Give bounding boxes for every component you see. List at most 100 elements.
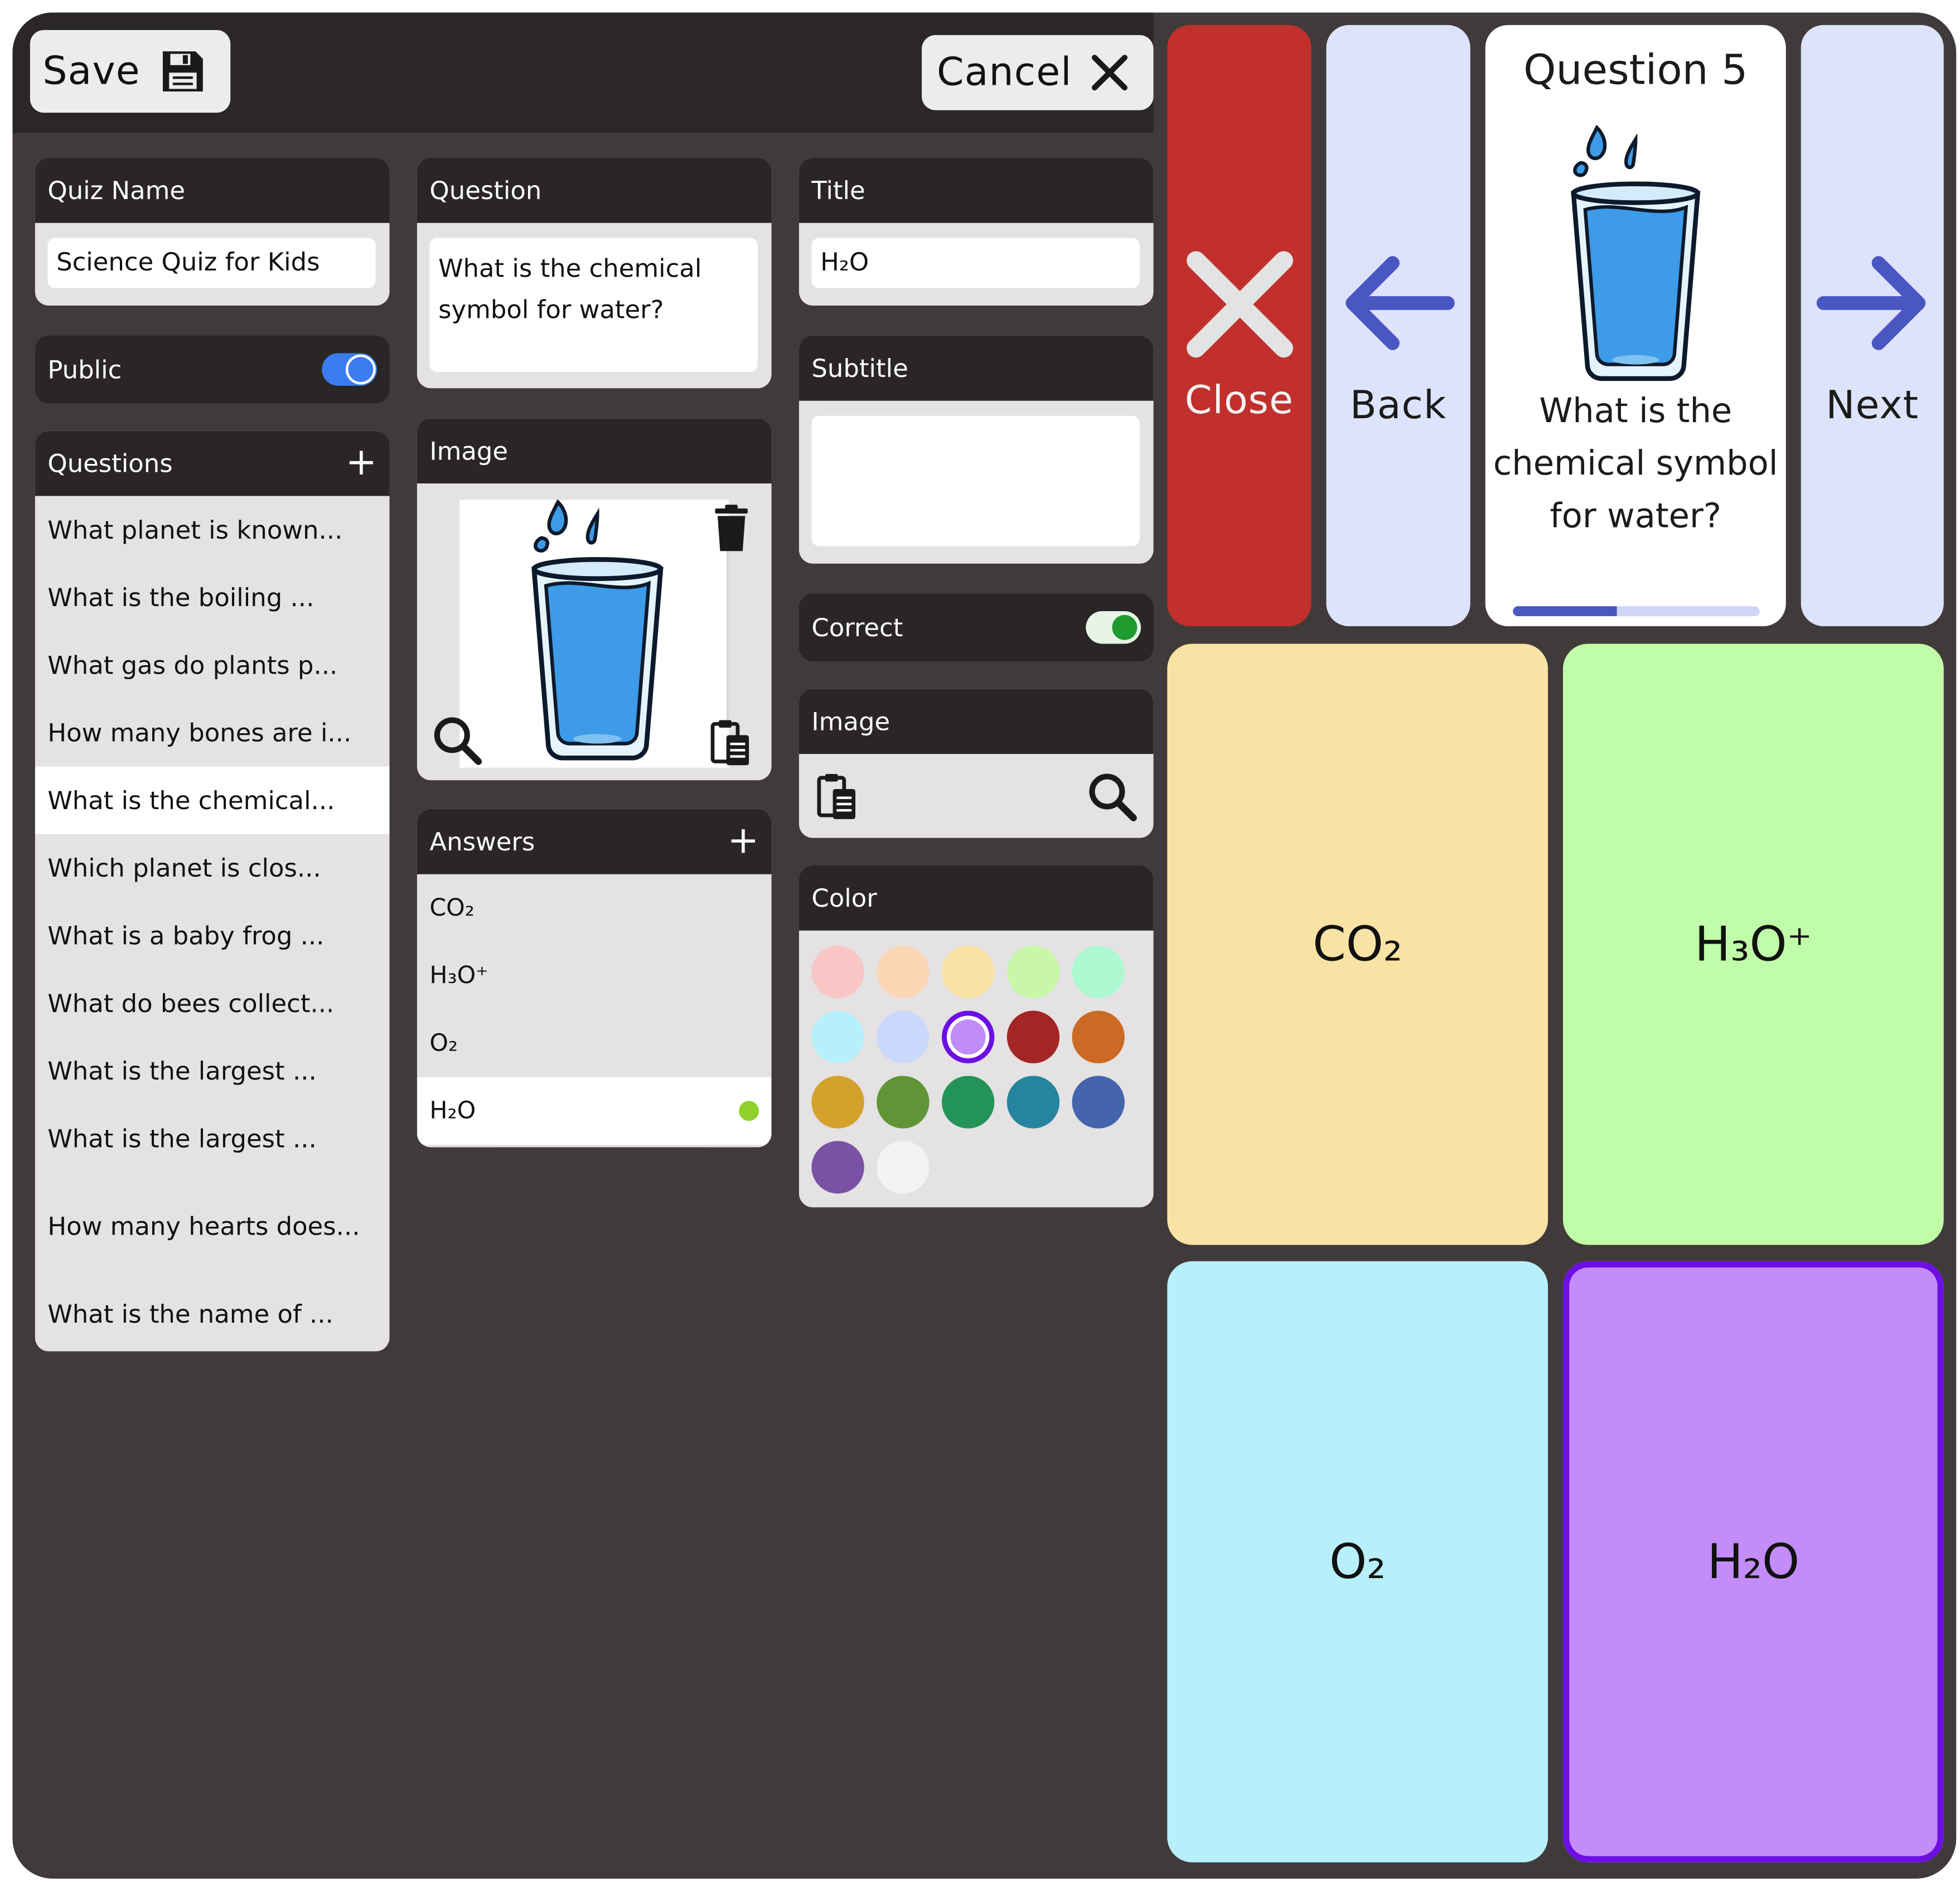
question-item[interactable]: How many hearts does...: [35, 1172, 390, 1280]
answer-item[interactable]: H₃O⁺: [417, 942, 772, 1009]
answers-header: Answers +: [417, 809, 772, 874]
color-swatch[interactable]: [811, 1141, 864, 1194]
color-swatch[interactable]: [877, 945, 930, 999]
public-label: Public: [47, 354, 122, 385]
color-swatch[interactable]: [941, 945, 995, 999]
floppy-disk-icon: [163, 51, 204, 91]
questions-header: Questions +: [35, 430, 390, 496]
questions-list: What planet is known... What is the boil…: [35, 496, 390, 1347]
color-header: Color: [798, 865, 1154, 931]
answer-tile[interactable]: O₂: [1167, 1261, 1548, 1862]
answer-text: H₂O: [429, 1097, 476, 1125]
paste-icon[interactable]: [816, 772, 859, 822]
question-input[interactable]: What is the chemical symbol for water?: [429, 238, 758, 372]
search-icon[interactable]: [1087, 772, 1138, 822]
plus-icon[interactable]: +: [728, 822, 759, 860]
cancel-button[interactable]: Cancel: [922, 35, 1154, 110]
answer-image-header: Image: [798, 689, 1154, 754]
questions-label: Questions: [47, 448, 173, 478]
back-button[interactable]: Back: [1326, 25, 1470, 626]
subtitle-panel: Subtitle: [798, 335, 1154, 564]
question-item[interactable]: What gas do plants p...: [35, 631, 390, 699]
question-item[interactable]: What is the largest ...: [35, 1105, 390, 1172]
public-toggle-row: Public: [35, 335, 390, 404]
trash-icon[interactable]: [713, 504, 750, 554]
question-item[interactable]: How many bones are i...: [35, 699, 390, 766]
answer-item[interactable]: CO₂: [417, 874, 772, 942]
question-item[interactable]: What is the boiling ...: [35, 564, 390, 631]
title-header: Title: [798, 157, 1154, 223]
quiz-name-panel: Quiz Name Science Quiz for Kids: [35, 157, 390, 306]
question-item[interactable]: Which planet is clos...: [35, 834, 390, 902]
preview-question-text: What is the chemical symbol for water?: [1493, 391, 1778, 536]
question-item-selected[interactable]: What is the chemical...: [35, 766, 390, 834]
progress-fill: [1513, 606, 1617, 617]
color-swatch[interactable]: [811, 1010, 864, 1063]
answer-tile[interactable]: H₃O⁺: [1563, 644, 1944, 1245]
close-button[interactable]: Close: [1167, 25, 1311, 626]
next-button[interactable]: Next: [1801, 25, 1944, 626]
answer-tile[interactable]: CO₂: [1167, 644, 1548, 1245]
image-panel: Image: [417, 418, 772, 781]
question-item[interactable]: What is the name of ...: [35, 1280, 390, 1347]
color-swatch[interactable]: [1006, 1076, 1060, 1129]
answers-list: CO₂ H₃O⁺ O₂ H₂O: [417, 874, 772, 1145]
paste-icon[interactable]: [710, 718, 752, 768]
question-item[interactable]: What is the largest ...: [35, 1037, 390, 1105]
correct-indicator-dot: [739, 1101, 759, 1121]
editor-toolbar: Save Cancel: [12, 12, 1154, 133]
quiz-name-input[interactable]: Science Quiz for Kids: [47, 238, 376, 288]
color-swatch[interactable]: [1072, 1076, 1125, 1129]
question-item[interactable]: What is a baby frog ...: [35, 902, 390, 969]
public-switch[interactable]: [322, 353, 378, 386]
color-swatch-selected[interactable]: [941, 1010, 995, 1063]
subtitle-input[interactable]: [811, 415, 1140, 546]
image-label: Image: [429, 436, 509, 466]
answer-item[interactable]: O₂: [417, 1009, 772, 1077]
app-frame: Save Cancel Quiz Name Science Quiz for K…: [12, 12, 1957, 1879]
water-glass-image: [504, 500, 691, 763]
quiz-name-header: Quiz Name: [35, 157, 390, 223]
save-button[interactable]: Save: [30, 30, 231, 113]
questions-panel: Questions + What planet is known... What…: [35, 430, 390, 1352]
answer-item-selected[interactable]: H₂O: [417, 1077, 772, 1145]
question-preview-card: Question 5 What is the chemical symbol f…: [1485, 25, 1786, 626]
color-swatch[interactable]: [941, 1076, 995, 1129]
title-input[interactable]: H₂O: [811, 238, 1140, 288]
answer-text: CO₂: [429, 894, 475, 922]
color-swatch[interactable]: [811, 1076, 864, 1129]
answer-text: O₂: [429, 1029, 458, 1057]
color-panel: Color: [798, 865, 1154, 1208]
question-label: Question: [429, 175, 542, 206]
arrow-right-icon: [1816, 256, 1926, 350]
answers-panel: Answers + CO₂ H₃O⁺ O₂ H₂O: [417, 809, 772, 1148]
color-swatch-grid: [811, 945, 1125, 1194]
arrow-left-icon: [1345, 256, 1454, 350]
question-item[interactable]: What do bees collect...: [35, 969, 390, 1037]
color-swatch[interactable]: [877, 1141, 930, 1194]
answer-tile-selected[interactable]: H₂O: [1563, 1261, 1944, 1862]
question-panel: Question What is the chemical symbol for…: [417, 157, 772, 389]
correct-switch[interactable]: [1086, 611, 1141, 644]
color-swatch[interactable]: [1006, 1010, 1060, 1063]
search-icon[interactable]: [432, 715, 482, 765]
close-x-icon: [1185, 251, 1293, 358]
image-preview: [459, 500, 729, 768]
back-label: Back: [1349, 383, 1447, 429]
cancel-label: Cancel: [937, 50, 1072, 95]
color-swatch[interactable]: [877, 1010, 930, 1063]
color-swatch[interactable]: [1006, 945, 1060, 999]
answer-image-panel: Image: [798, 689, 1154, 838]
answer-text: H₃O⁺: [429, 961, 488, 990]
image-header: Image: [417, 418, 772, 483]
plus-icon[interactable]: +: [346, 444, 377, 482]
question-item[interactable]: What planet is known...: [35, 496, 390, 563]
close-icon: [1092, 55, 1128, 91]
color-swatch[interactable]: [877, 1076, 930, 1129]
title-label: Title: [811, 175, 865, 206]
color-swatch[interactable]: [1072, 1010, 1125, 1063]
title-panel: Title H₂O: [798, 157, 1154, 306]
next-label: Next: [1826, 383, 1919, 429]
color-swatch[interactable]: [811, 945, 864, 999]
color-swatch[interactable]: [1072, 945, 1125, 999]
